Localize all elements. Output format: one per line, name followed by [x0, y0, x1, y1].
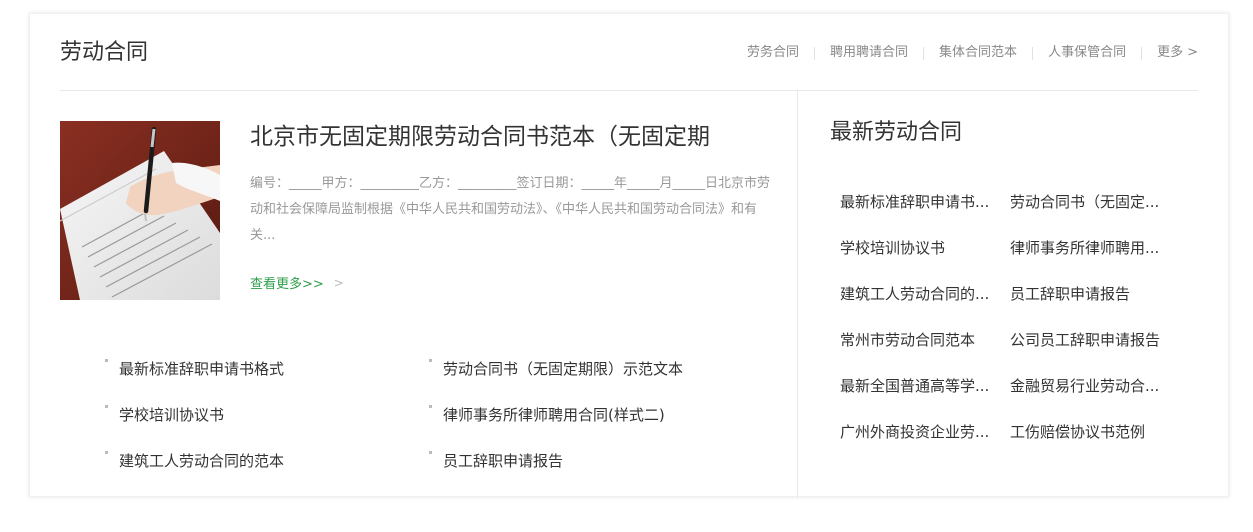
nav-link-labor-service[interactable]: 劳务合同: [747, 44, 799, 62]
nav-link-collective[interactable]: 集体合同范本: [939, 44, 1017, 62]
feature-article-title[interactable]: 北京市无固定期限劳动合同书范本（无固定期: [250, 123, 765, 151]
sidebar-list-item[interactable]: 劳动合同书（无固定...: [1010, 179, 1180, 225]
sidebar-list-item[interactable]: 律师事务所律师聘用...: [1010, 225, 1180, 271]
list-item[interactable]: 劳动合同书（无固定期限）示范文本: [429, 345, 765, 391]
list-item-label: 律师事务所律师聘用合同(样式二): [443, 405, 665, 424]
bullet-icon: [429, 451, 432, 454]
bullet-icon: [105, 359, 108, 362]
panel-title: 劳动合同: [60, 40, 149, 65]
sidebar-title: 最新劳动合同: [830, 120, 963, 145]
sidebar-list-item[interactable]: 建筑工人劳动合同的...: [840, 271, 1010, 317]
chevron-right-icon: >: [333, 275, 344, 290]
sidebar-list-item[interactable]: 最新全国普通高等学...: [840, 363, 1010, 409]
latest-list: 最新标准辞职申请书... 劳动合同书（无固定... 学校培训协议书 律师事务所律…: [840, 179, 1200, 455]
list-item[interactable]: 学校培训协议书: [105, 391, 429, 437]
bullet-icon: [105, 451, 108, 454]
list-item-label: 建筑工人劳动合同的范本: [119, 451, 285, 470]
list-item-label: 最新标准辞职申请书格式: [119, 359, 285, 378]
panel-header: 劳动合同 劳务合同 聘用聘请合同 集体合同范本 人事保管合同 更多 >: [60, 14, 1198, 91]
feature-image[interactable]: [60, 121, 220, 300]
list-item[interactable]: 律师事务所律师聘用合同(样式二): [429, 391, 765, 437]
list-item-label: 学校培训协议书: [119, 405, 225, 424]
sidebar-list-item[interactable]: 最新标准辞职申请书...: [840, 179, 1010, 225]
labor-contract-panel: 劳动合同 劳务合同 聘用聘请合同 集体合同范本 人事保管合同 更多 > 北京市无…: [29, 13, 1229, 498]
nav-link-personnel[interactable]: 人事保管合同: [1048, 44, 1126, 62]
category-nav: 劳务合同 聘用聘请合同 集体合同范本 人事保管合同 更多 >: [747, 44, 1198, 62]
nav-divider: [814, 46, 816, 60]
column-divider: [797, 91, 798, 498]
sidebar-list-item[interactable]: 常州市劳动合同范本: [840, 317, 1010, 363]
article-link-list: 最新标准辞职申请书格式 劳动合同书（无固定期限）示范文本 学校培训协议书 律师事…: [105, 345, 765, 483]
bullet-icon: [429, 405, 432, 408]
list-item[interactable]: 员工辞职申请报告: [429, 437, 765, 483]
more-label: 更多: [1157, 45, 1184, 60]
bullet-icon: [429, 359, 432, 362]
list-item[interactable]: 建筑工人劳动合同的范本: [105, 437, 429, 483]
list-item-label: 员工辞职申请报告: [443, 451, 564, 470]
view-more-link[interactable]: 查看更多>> >: [250, 273, 344, 293]
sidebar-list-item[interactable]: 工伤赔偿协议书范例: [1010, 409, 1180, 455]
more-link[interactable]: 更多 >: [1157, 44, 1198, 62]
featured-section: 北京市无固定期限劳动合同书范本（无固定期 编号：_____甲方：________…: [60, 121, 770, 491]
nav-link-employment[interactable]: 聘用聘请合同: [830, 44, 908, 62]
nav-divider: [1032, 46, 1034, 60]
sidebar-list-item[interactable]: 员工辞职申请报告: [1010, 271, 1180, 317]
nav-divider: [1141, 46, 1143, 60]
list-item[interactable]: 最新标准辞职申请书格式: [105, 345, 429, 391]
chevron-right-icon: >: [1187, 45, 1198, 60]
latest-sidebar: 最新劳动合同 最新标准辞职申请书... 劳动合同书（无固定... 学校培训协议书…: [830, 91, 1200, 491]
list-item-label: 劳动合同书（无固定期限）示范文本: [443, 359, 684, 378]
bullet-icon: [105, 405, 108, 408]
nav-divider: [923, 46, 925, 60]
sidebar-list-item[interactable]: 广州外商投资企业劳...: [840, 409, 1010, 455]
feature-article-summary: 编号：_____甲方：_________乙方：_________签订日期：___…: [250, 176, 771, 243]
sidebar-list-item[interactable]: 学校培训协议书: [840, 225, 1010, 271]
view-more-label: 查看更多>>: [250, 277, 324, 292]
sidebar-list-item[interactable]: 公司员工辞职申请报告: [1010, 317, 1180, 363]
sidebar-list-item[interactable]: 金融贸易行业劳动合...: [1010, 363, 1180, 409]
